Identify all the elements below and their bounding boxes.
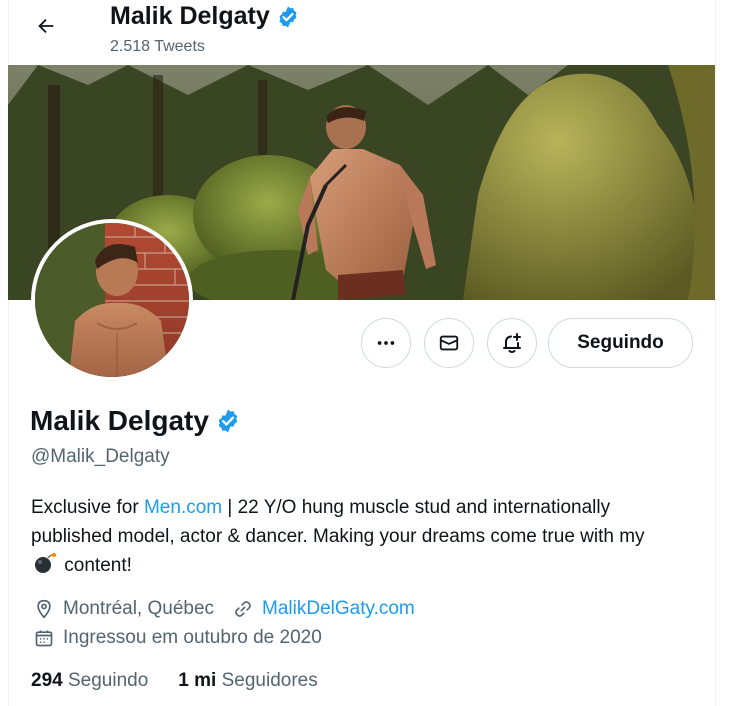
message-icon (439, 335, 459, 351)
following-label: Seguindo (67, 670, 149, 691)
followers-label: Seguidores (221, 670, 318, 691)
profile-joined: Ingressou em outubro de 2020 (63, 627, 322, 648)
profile-website-link[interactable]: MalikDelGaty.com (262, 598, 415, 620)
verified-badge-icon (279, 6, 297, 27)
bio-suffix: content! (59, 555, 132, 576)
followers-count: 1 mi (178, 670, 217, 691)
following-button[interactable]: Seguindo (548, 318, 693, 368)
back-arrow-icon (38, 18, 54, 34)
profile-handle: @Malik_Delgaty (31, 446, 170, 467)
profile-stats: 294 Seguindo 1 mi Seguidores (31, 670, 318, 692)
notification-button[interactable] (487, 318, 537, 368)
more-button[interactable] (361, 318, 411, 368)
avatar-image (35, 223, 189, 377)
profile-location: Montréal, Québec (63, 598, 215, 619)
back-button[interactable] (30, 10, 62, 42)
profile-name: Malik Delgaty (30, 405, 241, 437)
profile-joined-row: Ingressou em outubro de 2020 (33, 627, 322, 649)
display-name-text: Malik Delgaty (30, 405, 209, 436)
header-display-name: Malik Delgaty (110, 2, 270, 30)
link-icon (232, 598, 254, 620)
calendar-icon (33, 627, 55, 649)
header-title: Malik Delgaty (110, 2, 300, 31)
more-icon (377, 341, 395, 345)
bomb-emoji-icon (35, 552, 57, 573)
bio-prefix: Exclusive for (31, 497, 144, 518)
following-count: 294 (31, 670, 63, 691)
profile-meta-row: Montréal, Québec MalikDelGaty.com (33, 598, 415, 620)
avatar[interactable] (31, 219, 193, 381)
following-stat[interactable]: 294 Seguindo (31, 670, 148, 692)
location-icon (33, 598, 55, 620)
notification-bell-icon (503, 333, 521, 353)
message-button[interactable] (424, 318, 474, 368)
followers-stat[interactable]: 1 mi Seguidores (178, 670, 317, 692)
bio-link[interactable]: Men.com (144, 497, 222, 518)
verified-badge-icon (218, 409, 238, 433)
tweet-count: 2.518 Tweets (110, 38, 205, 55)
profile-bio: Exclusive for Men.com | 22 Y/O hung musc… (31, 493, 671, 580)
